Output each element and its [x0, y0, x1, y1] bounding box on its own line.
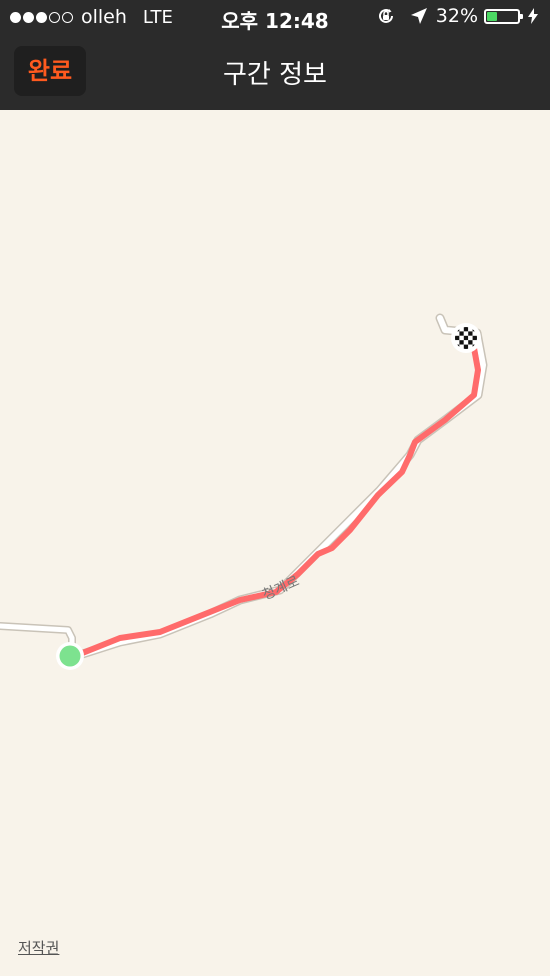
start-marker[interactable] — [56, 642, 84, 670]
route-line — [67, 345, 481, 661]
checker-square — [468, 335, 473, 341]
checker-square — [463, 340, 469, 345]
checker-square — [459, 335, 464, 341]
checker-square — [455, 335, 460, 341]
battery-level — [487, 11, 497, 21]
route-map[interactable]: 청계로 저작권 — [0, 110, 550, 976]
location-arrow-icon — [410, 7, 428, 25]
checker-square — [468, 340, 473, 345]
finish-flag-icon[interactable] — [451, 323, 481, 353]
navigation-bar: 완료 구간 정보 — [0, 36, 550, 110]
checker-square — [463, 344, 469, 349]
checker-square — [463, 327, 469, 332]
page-title: 구간 정보 — [223, 60, 327, 90]
checker-square — [459, 340, 464, 345]
battery-percent: 32% — [435, 5, 478, 27]
checker-square — [463, 331, 469, 336]
status-bar: olleh LTE 오후 12:48 32% — [0, 0, 550, 36]
checker-square — [468, 331, 473, 336]
battery-icon — [484, 8, 523, 24]
checker-square — [472, 335, 477, 341]
copyright-link[interactable]: 저작권 — [18, 937, 59, 958]
map-canvas: 청계로 — [0, 313, 488, 670]
status-right: 32% — [376, 5, 538, 27]
checker-square — [459, 331, 464, 336]
road-network — [0, 313, 488, 663]
rotation-lock-icon — [376, 6, 396, 26]
road-label: 청계로 — [260, 573, 302, 603]
charging-bolt-icon — [528, 8, 538, 24]
checker-square — [463, 335, 469, 341]
